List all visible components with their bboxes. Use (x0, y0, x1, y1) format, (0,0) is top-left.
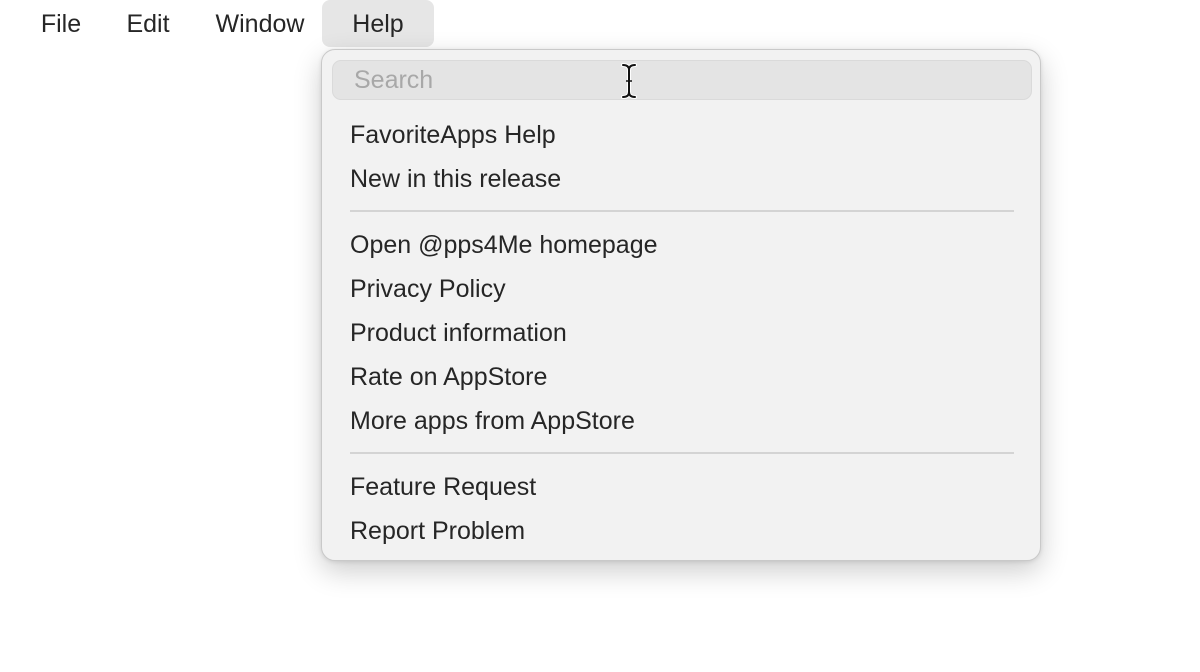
help-search-field[interactable] (332, 60, 1032, 100)
menu-item-new-in-this-release[interactable]: New in this release (350, 159, 561, 199)
menu-item-favoriteapps-help[interactable]: FavoriteApps Help (350, 115, 556, 155)
menubar-item-window[interactable]: Window (196, 0, 324, 47)
help-search-input[interactable] (333, 61, 1031, 99)
menu-separator (350, 452, 1014, 454)
menu-item-open-homepage[interactable]: Open @pps4Me homepage (350, 225, 658, 265)
menu-separator (350, 210, 1014, 212)
help-menu-dropdown: FavoriteApps Help New in this release Op… (321, 49, 1041, 561)
menubar-item-file[interactable]: File (22, 0, 100, 47)
menu-item-more-apps[interactable]: More apps from AppStore (350, 401, 635, 441)
menu-item-feature-request[interactable]: Feature Request (350, 467, 536, 507)
menu-item-privacy-policy[interactable]: Privacy Policy (350, 269, 506, 309)
menu-bar: File Edit Window Help (0, 0, 1200, 48)
menu-item-product-information[interactable]: Product information (350, 313, 567, 353)
menubar-item-help[interactable]: Help (322, 0, 434, 47)
menu-item-report-problem[interactable]: Report Problem (350, 511, 525, 551)
menubar-item-edit[interactable]: Edit (106, 0, 190, 47)
text-cursor-icon (621, 63, 637, 99)
menu-item-rate-on-appstore[interactable]: Rate on AppStore (350, 357, 547, 397)
